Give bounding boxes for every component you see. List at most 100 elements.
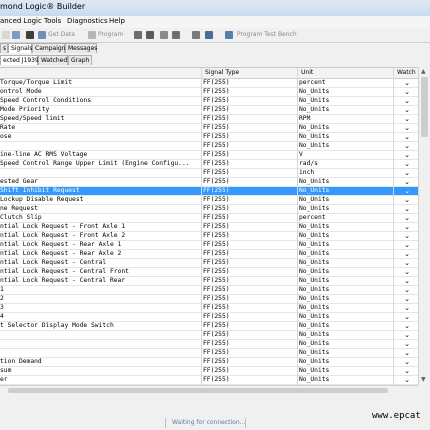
table-row[interactable]: ose FF(255) No_Units ⌄ — [0, 133, 418, 142]
print-icon[interactable] — [12, 31, 20, 39]
table-row[interactable]: 3 FF(255) No_Units ⌄ — [0, 304, 418, 313]
table-row[interactable]: FF(255) inch ⌄ — [0, 169, 418, 178]
watch-dropdown-icon[interactable]: ⌄ — [396, 205, 418, 213]
table-row[interactable]: ntial Lock Request - Rear Axle 2 FF(255) N… — [0, 250, 418, 259]
get-data-icon[interactable] — [38, 31, 46, 39]
watch-dropdown-icon[interactable]: ⌄ — [396, 223, 418, 231]
connect-icon[interactable] — [26, 31, 34, 39]
pen-icon[interactable] — [192, 31, 200, 39]
table-row[interactable]: ine-line AC RMS Voltage FF(255) V ⌄ — [0, 151, 418, 160]
table-row[interactable]: ntial Lock Request - Central Rear FF(255)… — [0, 277, 418, 286]
monitor-icon[interactable] — [205, 31, 213, 39]
watch-dropdown-icon[interactable]: ⌄ — [396, 178, 418, 186]
table-row[interactable]: FF(255) No_Units ⌄ — [0, 340, 418, 349]
table-row[interactable]: Torque/Torque Limit FF(255) percent ⌄ — [0, 79, 418, 88]
watch-dropdown-icon[interactable]: ⌄ — [396, 376, 418, 384]
watch-dropdown-icon[interactable]: ⌄ — [396, 232, 418, 240]
watch-dropdown-icon[interactable]: ⌄ — [396, 313, 418, 321]
table-row[interactable]: ne Request FF(255) No_Units ⌄ — [0, 205, 418, 214]
menu-tools[interactable]: Tools — [44, 17, 61, 25]
watch-dropdown-icon[interactable]: ⌄ — [396, 106, 418, 114]
watch-dropdown-icon[interactable]: ⌄ — [396, 142, 418, 150]
watch-dropdown-icon[interactable]: ⌄ — [396, 115, 418, 123]
table-row[interactable]: Mode Priority FF(255) No_Units ⌄ — [0, 106, 418, 115]
tab-campaign[interactable]: Campaign — [32, 43, 65, 53]
table-row[interactable]: 1 FF(255) No_Units ⌄ — [0, 286, 418, 295]
hscroll-thumb[interactable] — [8, 388, 388, 393]
col-watch[interactable]: Watch — [397, 69, 416, 76]
watch-dropdown-icon[interactable]: ⌄ — [396, 367, 418, 375]
scroll-up-icon[interactable]: ▲ — [421, 68, 426, 75]
table-row[interactable]: FF(255) No_Units ⌄ — [0, 349, 418, 358]
watch-dropdown-icon[interactable]: ⌄ — [396, 79, 418, 87]
gear-icon[interactable] — [172, 31, 180, 39]
tab-graph[interactable]: Graph — [68, 55, 92, 65]
watch-dropdown-icon[interactable]: ⌄ — [396, 250, 418, 258]
watch-dropdown-icon[interactable]: ⌄ — [396, 214, 418, 222]
vertical-scrollbar[interactable]: ▲ ▼ — [418, 67, 430, 385]
table-row[interactable]: ntial Lock Request - Central FF(255) No_Un… — [0, 259, 418, 268]
menu-advanced-logic[interactable]: anced Logic — [0, 17, 42, 25]
watch-dropdown-icon[interactable]: ⌄ — [396, 277, 418, 285]
program-button[interactable]: Program — [98, 31, 123, 38]
table-row[interactable]: Speed Control Range Upper Limit (Engine … — [0, 160, 418, 169]
scroll-thumb[interactable] — [421, 77, 428, 137]
table-row[interactable]: FF(255) No_Units ⌄ — [0, 142, 418, 151]
table-row[interactable]: Clutch Slip FF(255) percent ⌄ — [0, 214, 418, 223]
menu-diagnostics[interactable]: Diagnostics — [67, 17, 108, 25]
watch-dropdown-icon[interactable]: ⌄ — [396, 358, 418, 366]
copy-icon[interactable] — [134, 31, 142, 39]
tab-messages[interactable]: Messages — [65, 43, 97, 53]
table-row[interactable]: Speed Control Conditions FF(255) No_Units ⌄ — [0, 97, 418, 106]
watch-dropdown-icon[interactable]: ⌄ — [396, 259, 418, 267]
watch-dropdown-icon[interactable]: ⌄ — [396, 241, 418, 249]
table-row[interactable]: ntial Lock Request - Front Axle 2 FF(255)… — [0, 232, 418, 241]
col-signal-type[interactable]: Signal Type — [205, 69, 239, 76]
watch-dropdown-icon[interactable]: ⌄ — [396, 322, 418, 330]
watch-dropdown-icon[interactable]: ⌄ — [396, 160, 418, 168]
table-row[interactable]: ntial Lock Request - Front Axle 1 FF(255)… — [0, 223, 418, 232]
watch-dropdown-icon[interactable]: ⌄ — [396, 97, 418, 105]
watch-dropdown-icon[interactable]: ⌄ — [396, 88, 418, 96]
table-row[interactable]: Lockup Disable Request FF(255) No_Units ⌄ — [0, 196, 418, 205]
table-row[interactable]: ntial Lock Request - Central Front FF(255… — [0, 268, 418, 277]
table-row[interactable]: ntial Lock Request - Rear Axle 1 FF(255) N… — [0, 241, 418, 250]
watch-dropdown-icon[interactable]: ⌄ — [396, 124, 418, 132]
tab-watched[interactable]: Watched — [38, 55, 68, 65]
table-row[interactable]: Speed/Speed limit FF(255) RPM ⌄ — [0, 115, 418, 124]
program-icon[interactable] — [88, 31, 96, 39]
tab-signals[interactable]: Signals — [8, 43, 33, 53]
get-data-button[interactable]: Get Data — [48, 31, 75, 38]
watch-dropdown-icon[interactable]: ⌄ — [396, 295, 418, 303]
tab-partial[interactable]: s — [0, 43, 8, 53]
watch-dropdown-icon[interactable]: ⌄ — [396, 187, 418, 195]
new-icon[interactable] — [2, 31, 10, 39]
program-test-bench-button[interactable]: Program Test Bench — [237, 31, 297, 38]
table-row[interactable]: sum FF(255) No_Units ⌄ — [0, 367, 418, 376]
table-row[interactable]: 2 FF(255) No_Units ⌄ — [0, 295, 418, 304]
tab-selected-j1939[interactable]: ected J1939 — [0, 55, 39, 65]
watch-dropdown-icon[interactable]: ⌄ — [396, 340, 418, 348]
watch-dropdown-icon[interactable]: ⌄ — [396, 151, 418, 159]
watch-dropdown-icon[interactable]: ⌄ — [396, 304, 418, 312]
watch-dropdown-icon[interactable]: ⌄ — [396, 133, 418, 141]
table-row[interactable]: FF(255) No_Units ⌄ — [0, 331, 418, 340]
table-row[interactable]: ontrol Mode FF(255) No_Units ⌄ — [0, 88, 418, 97]
table-row[interactable]: tion Demand FF(255) No_Units ⌄ — [0, 358, 418, 367]
menu-help[interactable]: Help — [109, 17, 125, 25]
watch-dropdown-icon[interactable]: ⌄ — [396, 268, 418, 276]
stop-icon[interactable] — [146, 31, 154, 39]
settings-icon[interactable] — [160, 31, 168, 39]
table-row[interactable]: t Selector Display Mode Switch FF(255) No_… — [0, 322, 418, 331]
table-row[interactable]: er FF(255) No_Units ⌄ — [0, 376, 418, 385]
table-row[interactable]: 4 FF(255) No_Units ⌄ — [0, 313, 418, 322]
watch-dropdown-icon[interactable]: ⌄ — [396, 349, 418, 357]
table-row[interactable]: Rate FF(255) No_Units ⌄ — [0, 124, 418, 133]
scroll-down-icon[interactable]: ▼ — [421, 376, 426, 383]
arrows-icon[interactable] — [225, 31, 233, 39]
watch-dropdown-icon[interactable]: ⌄ — [396, 331, 418, 339]
table-row[interactable]: ested Gear FF(255) No_Units ⌄ — [0, 178, 418, 187]
table-row[interactable]: Shift Inhibit Request FF(255) No_Units ⌄ — [0, 187, 418, 196]
col-unit[interactable]: Unit — [301, 69, 313, 76]
watch-dropdown-icon[interactable]: ⌄ — [396, 196, 418, 204]
